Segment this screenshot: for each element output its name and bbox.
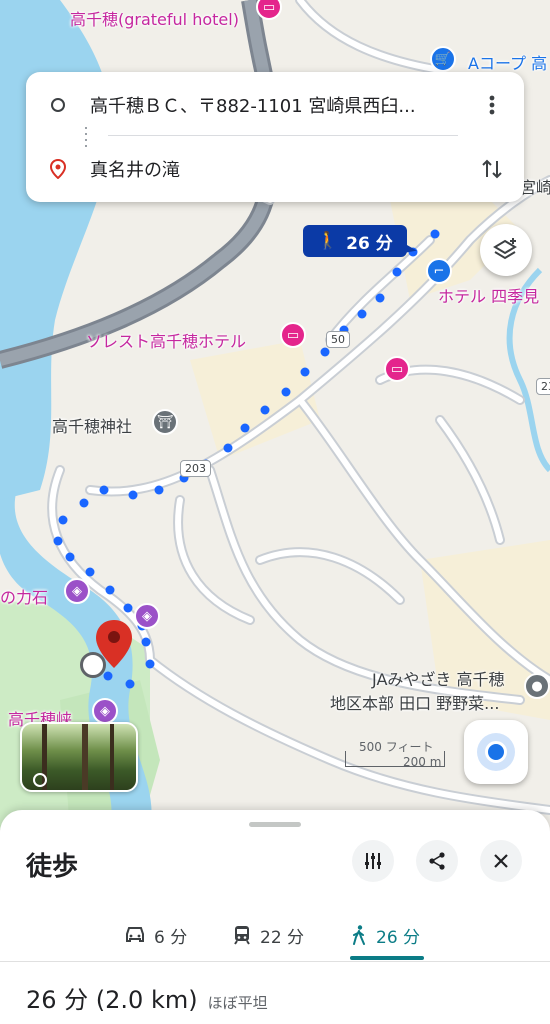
poi-label-a-coop[interactable]: Aコープ 高 (468, 50, 547, 74)
shrine-torii-icon[interactable]: ⛩ (152, 409, 178, 435)
car-icon (126, 927, 144, 942)
travel-mode-tabs: 6 分 22 分 26 分 (0, 910, 550, 960)
active-tab-indicator (350, 956, 424, 960)
route-summary-duration: 26 分 (2.0 km) (26, 986, 198, 1014)
directions-bottom-sheet: 徒歩 6 分 22 分 26 分 26 分 (2.0 km) ほぼ平坦 (0, 810, 550, 1024)
walk-icon (353, 925, 365, 945)
tab-drive-label: 6 分 (154, 927, 188, 948)
tab-drive[interactable]: 6 分 (124, 910, 187, 960)
stairs-icon[interactable]: ⌐ (426, 258, 452, 284)
forest-photo (33, 724, 114, 790)
tab-transit[interactable]: 22 分 (232, 910, 304, 960)
more-options-icon[interactable] (472, 85, 512, 125)
travel-mode-title: 徒歩 (26, 852, 79, 882)
poi-label-shrine[interactable]: 高千穂神社 (52, 413, 132, 437)
hotel-icon[interactable]: ▭ (384, 356, 410, 382)
my-location-icon (485, 741, 507, 763)
close-icon (494, 854, 508, 868)
transit-icon (234, 926, 250, 945)
my-location-button[interactable] (464, 720, 528, 784)
landmark-icon[interactable]: ◈ (92, 698, 118, 724)
destination-row[interactable]: 真名井の滝 (26, 144, 524, 194)
walk-icon: 🚶 (317, 231, 339, 251)
route-shield-50: 50 (326, 331, 350, 348)
route-summary[interactable]: 26 分 (2.0 km) ほぼ平坦 (26, 980, 268, 1015)
poi-label-ja-line2[interactable]: 地区本部 田口 野野菜... (330, 690, 499, 714)
origin-circle-icon (51, 98, 65, 112)
tab-walk[interactable]: 26 分 (350, 910, 420, 960)
route-duration-label: 26 分 (346, 233, 393, 254)
destination-pin-outline-icon (50, 159, 66, 179)
share-icon (429, 852, 445, 870)
scale-feet: 500 フィート (359, 740, 434, 754)
landmark-icon[interactable]: ◈ (64, 578, 90, 604)
route-shield-203: 203 (180, 460, 211, 477)
layers-button[interactable] (480, 224, 532, 276)
landmark-icon[interactable]: ◈ (134, 603, 160, 629)
layers-icon (493, 238, 517, 260)
poi-label-chikaraishi[interactable]: の力石 (0, 584, 48, 608)
route-duration-bubble[interactable]: 🚶 26 分 (303, 225, 407, 257)
map-scale: 500 フィート 200 m (345, 738, 445, 769)
share-button[interactable] (416, 840, 458, 882)
shopping-cart-icon[interactable]: 🛒 (430, 46, 456, 72)
street-view-thumbnail[interactable] (20, 722, 138, 792)
directions-search-card: 高千穂ＢＣ、〒882-1101 宮崎県西臼... 真名井の滝 (26, 72, 524, 202)
place-label-miyazaki: 宮崎 (520, 178, 550, 197)
tab-walk-label: 26 分 (376, 927, 421, 948)
poi-label-solest[interactable]: ソレスト高千穂ホテル (86, 328, 246, 352)
close-button[interactable] (480, 840, 522, 882)
destination-pin-icon[interactable] (94, 618, 134, 670)
office-icon[interactable]: ● (524, 673, 550, 699)
route-options-button[interactable] (352, 840, 394, 882)
destination-field[interactable]: 真名井の滝 (90, 156, 472, 182)
route-summary-terrain: ほぼ平坦 (207, 994, 268, 1012)
scale-meters: 200 m (403, 755, 442, 769)
poi-label-hotel-shiki[interactable]: ホテル 四季見 (438, 283, 539, 307)
tune-icon (365, 853, 381, 869)
poi-label-ja-line1[interactable]: JAみやざき 高千穂 (372, 666, 504, 690)
tab-transit-label: 22 分 (260, 927, 305, 948)
route-shield-23: 23 (536, 378, 550, 395)
divider (0, 961, 550, 962)
origin-field[interactable]: 高千穂ＢＣ、〒882-1101 宮崎県西臼... (90, 92, 472, 118)
swap-icon[interactable] (472, 149, 512, 189)
hotel-icon[interactable]: ▭ (280, 322, 306, 348)
poi-label-grateful-hotel[interactable]: 高千穂(grateful hotel) (70, 6, 239, 30)
origin-row[interactable]: 高千穂ＢＣ、〒882-1101 宮崎県西臼... (26, 80, 524, 130)
drag-handle[interactable] (249, 822, 301, 827)
divider (108, 135, 458, 136)
